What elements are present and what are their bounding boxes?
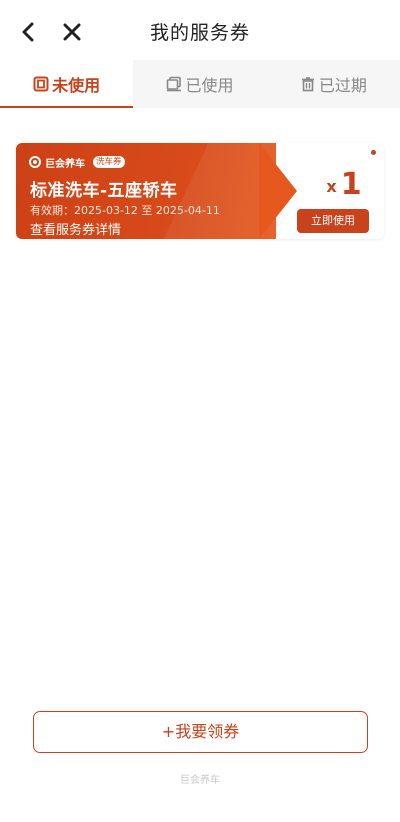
footer-brand: 巨会养车	[180, 775, 220, 786]
quantity-prefix: x	[326, 177, 337, 196]
unused-ticket-icon	[33, 76, 49, 92]
coupon-type-tag: 洗车券	[93, 156, 125, 168]
coupon-quantity: x1	[312, 167, 376, 202]
coupon-detail-link[interactable]: 查看服务券详情	[30, 219, 121, 238]
coupon-brand: 巨会养车 洗车券	[29, 154, 125, 170]
tab-used-label: 已使用	[185, 76, 234, 95]
tab-expired-label: 已过期	[318, 76, 367, 95]
use-now-button[interactable]: 立即使用	[297, 209, 369, 233]
coupon-validity: 有效期：2025-03-12 至 2025-04-11	[30, 204, 220, 217]
tab-expired[interactable]: 已过期	[267, 60, 400, 108]
header-bar: 我的服务券	[0, 0, 400, 60]
claim-coupon-button[interactable]: +我要领券	[33, 711, 368, 753]
service-coupon-page: 我的服务券 未使用 已使用 已过期 巨会养车 洗车券 标准洗车-五座轿车 有效期…	[0, 0, 400, 822]
quantity-value: 1	[340, 167, 362, 202]
service-coupon-card[interactable]: 巨会养车 洗车券 标准洗车-五座轿车 有效期：2025-03-12 至 2025…	[16, 143, 384, 239]
trash-icon	[301, 77, 314, 92]
coupon-arrow-edge	[259, 143, 297, 239]
used-stamp-icon	[167, 76, 182, 92]
page-title: 我的服务券	[149, 22, 250, 44]
coupon-dot	[371, 150, 376, 155]
tab-bar: 未使用 已使用 已过期	[0, 60, 400, 108]
tab-unused-label: 未使用	[52, 76, 101, 95]
coupon-name: 标准洗车-五座轿车	[30, 181, 178, 201]
tab-unused[interactable]: 未使用	[0, 60, 134, 108]
brand-logo-icon	[29, 156, 41, 168]
brand-name: 巨会养车	[45, 158, 85, 170]
tab-used[interactable]: 已使用	[133, 60, 266, 108]
